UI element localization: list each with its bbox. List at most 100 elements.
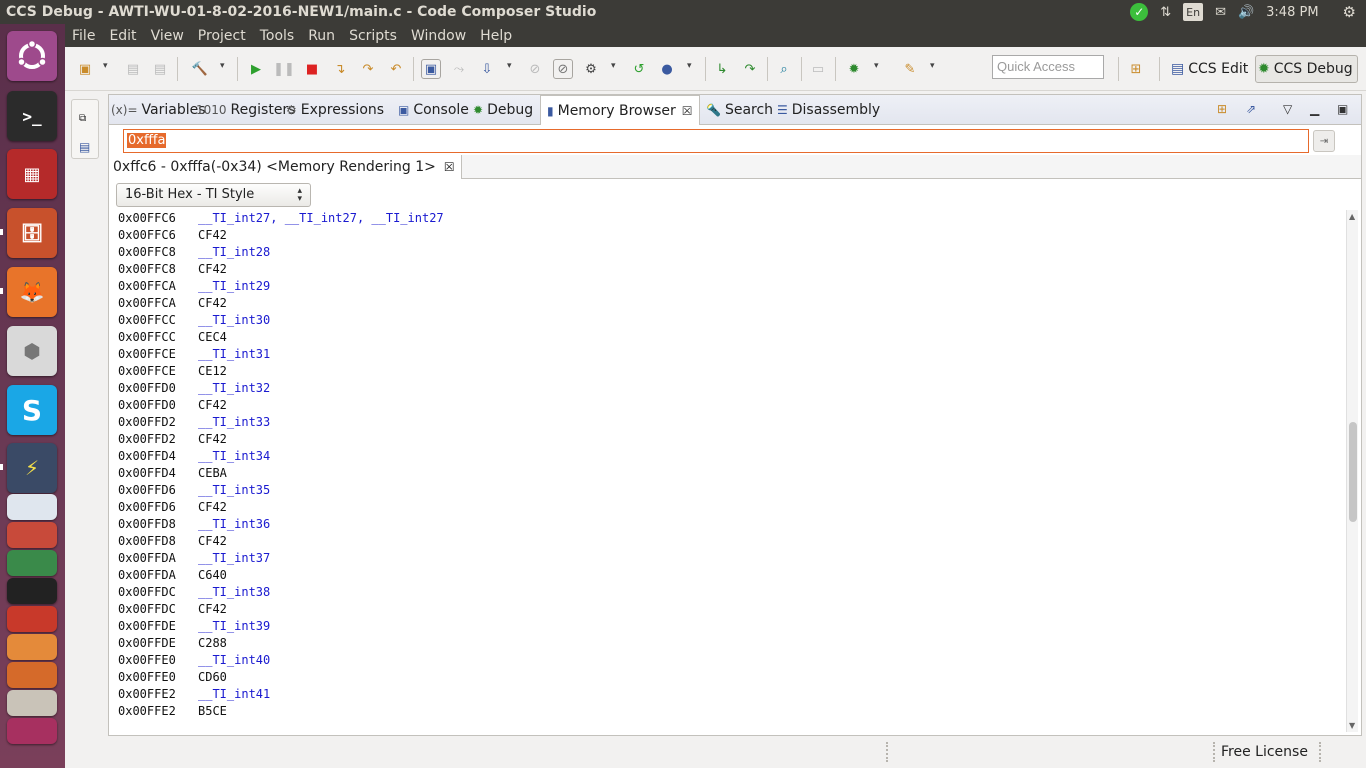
quick-access-input[interactable]: Quick Access bbox=[992, 55, 1104, 79]
app-icon[interactable] bbox=[7, 606, 57, 632]
scroll-thumb[interactable] bbox=[1349, 422, 1357, 522]
memory-row[interactable]: 0x00FFDC __TI_int38 bbox=[118, 584, 1338, 601]
step-into-icon[interactable]: ↴ bbox=[330, 59, 350, 79]
memory-row[interactable]: 0x00FFD8 CF42 bbox=[118, 533, 1338, 550]
memory-row[interactable]: 0x00FFD2 __TI_int33 bbox=[118, 414, 1338, 431]
minimize-icon[interactable]: ▁ bbox=[1310, 102, 1319, 116]
memory-row[interactable]: 0x00FFCC __TI_int30 bbox=[118, 312, 1338, 329]
app-icon[interactable] bbox=[7, 578, 57, 604]
calc-icon[interactable] bbox=[7, 550, 57, 576]
debug-dropdown-icon[interactable]: ▾ bbox=[874, 61, 879, 71]
restart-icon[interactable]: ↺ bbox=[629, 59, 649, 79]
pin-icon[interactable]: ▭ bbox=[808, 59, 828, 79]
memory-row[interactable]: 0x00FFC6 CF42 bbox=[118, 227, 1338, 244]
memory-row[interactable]: 0x00FFE0 __TI_int40 bbox=[118, 652, 1338, 669]
workspace-switcher-icon[interactable]: ▦ bbox=[7, 149, 57, 199]
memory-row[interactable]: 0x00FFD0 __TI_int32 bbox=[118, 380, 1338, 397]
tab-expressions[interactable]: ⚙ Expressions bbox=[286, 95, 384, 125]
debug-icon[interactable]: ✹ bbox=[844, 59, 864, 79]
app-icon[interactable] bbox=[7, 690, 57, 716]
memory-row[interactable]: 0x00FFCA __TI_int29 bbox=[118, 278, 1338, 295]
skype-icon[interactable]: S bbox=[7, 385, 57, 435]
memory-content[interactable]: 0x00FFC6 __TI_int27, __TI_int27, __TI_int… bbox=[118, 210, 1338, 730]
memory-row[interactable]: 0x00FFDE C288 bbox=[118, 635, 1338, 652]
external-tools-icon[interactable]: ✎ bbox=[900, 59, 920, 79]
maximize-icon[interactable]: ▣ bbox=[1337, 102, 1348, 116]
step-over-icon[interactable]: ↷ bbox=[358, 59, 378, 79]
suspend-icon[interactable]: ❚❚ bbox=[273, 59, 295, 79]
close-icon[interactable]: ☒ bbox=[682, 104, 693, 118]
menu-file[interactable]: File bbox=[65, 28, 102, 44]
memory-row[interactable]: 0x00FFD6 __TI_int35 bbox=[118, 482, 1338, 499]
memory-row[interactable]: 0x00FFD4 __TI_int34 bbox=[118, 448, 1338, 465]
connect-target-icon[interactable]: ⚙ bbox=[581, 59, 601, 79]
new-dropdown-icon[interactable]: ▾ bbox=[103, 61, 108, 71]
keyboard-language-indicator[interactable]: En bbox=[1183, 3, 1204, 21]
software-center-icon[interactable] bbox=[7, 634, 57, 660]
memory-row[interactable]: 0x00FFD4 CEBA bbox=[118, 465, 1338, 482]
memory-row[interactable]: 0x00FFD2 CF42 bbox=[118, 431, 1338, 448]
step-return-icon[interactable]: ↶ bbox=[386, 59, 406, 79]
assembly-step-over-icon[interactable]: ⤳ bbox=[449, 59, 469, 79]
save-icon[interactable]: ▤ bbox=[123, 59, 143, 79]
menu-window[interactable]: Window bbox=[404, 28, 473, 44]
volume-icon[interactable]: 🔊 bbox=[1238, 0, 1254, 24]
target-dropdown-icon[interactable]: ▾ bbox=[611, 61, 616, 71]
menu-scripts[interactable]: Scripts bbox=[342, 28, 404, 44]
memory-row[interactable]: 0x00FFDC CF42 bbox=[118, 601, 1338, 618]
document-icon[interactable] bbox=[7, 494, 57, 520]
memory-row[interactable]: 0x00FFD0 CF42 bbox=[118, 397, 1338, 414]
memory-rendering-tab[interactable]: 0xffc6 - 0xfffa(-0x34) <Memory Rendering… bbox=[109, 155, 462, 179]
memory-row[interactable]: 0x00FFCA CF42 bbox=[118, 295, 1338, 312]
tab-search[interactable]: 🔦 Search bbox=[706, 95, 773, 125]
menu-help[interactable]: Help bbox=[473, 28, 519, 44]
memory-row[interactable]: 0x00FFD8 __TI_int36 bbox=[118, 516, 1338, 533]
ccs-icon[interactable]: ⚡ bbox=[7, 443, 57, 493]
memory-row[interactable]: 0x00FFE2 B5CE bbox=[118, 703, 1338, 720]
perspective-ccs-edit[interactable]: ▤ CCS Edit bbox=[1169, 55, 1252, 83]
external-tools-dropdown-icon[interactable]: ▾ bbox=[930, 61, 935, 71]
project-explorer-icon[interactable]: ▤ bbox=[79, 140, 90, 154]
reset-dropdown-icon[interactable]: ▾ bbox=[687, 61, 692, 71]
tab-console[interactable]: ▣ Console bbox=[398, 95, 469, 125]
tab-variables[interactable]: (x)= Variables bbox=[111, 95, 206, 125]
tab-debug[interactable]: ✹ Debug bbox=[473, 95, 533, 125]
format-select[interactable]: 16-Bit Hex - TI Style ▴ ▾ bbox=[116, 183, 311, 207]
save-all-icon[interactable]: ▤ bbox=[150, 59, 170, 79]
go-icon[interactable]: ⇥ bbox=[1313, 130, 1335, 152]
disconnect-icon[interactable]: ⊘ bbox=[525, 59, 545, 79]
menu-run[interactable]: Run bbox=[301, 28, 342, 44]
memory-row[interactable]: 0x00FFC6 __TI_int27, __TI_int27, __TI_int… bbox=[118, 210, 1338, 227]
system-gear-icon[interactable]: ⚙ bbox=[1343, 0, 1356, 24]
mail-icon[interactable]: ✉ bbox=[1215, 0, 1226, 24]
memory-row[interactable]: 0x00FFDE __TI_int39 bbox=[118, 618, 1338, 635]
memory-row[interactable]: 0x00FFE2 __TI_int41 bbox=[118, 686, 1338, 703]
tab-registers[interactable]: 1010 Registers bbox=[196, 95, 295, 125]
scroll-down-icon[interactable]: ▼ bbox=[1349, 721, 1355, 730]
firefox-icon[interactable]: 🦊 bbox=[7, 267, 57, 317]
menu-project[interactable]: Project bbox=[191, 28, 253, 44]
load-program-icon[interactable]: ⇩ bbox=[477, 59, 497, 79]
reset-icon[interactable]: ● bbox=[657, 59, 677, 79]
app-icon[interactable] bbox=[7, 662, 57, 688]
memory-row[interactable]: 0x00FFD6 CF42 bbox=[118, 499, 1338, 516]
load-dropdown-icon[interactable]: ▾ bbox=[507, 61, 512, 71]
memory-row[interactable]: 0x00FFDA C640 bbox=[118, 567, 1338, 584]
memory-row[interactable]: 0x00FFE0 CD60 bbox=[118, 669, 1338, 686]
address-input[interactable]: 0xfffa bbox=[123, 129, 1309, 153]
menu-edit[interactable]: Edit bbox=[102, 28, 143, 44]
memory-row[interactable]: 0x00FFC8 __TI_int28 bbox=[118, 244, 1338, 261]
app-icon[interactable] bbox=[7, 718, 57, 744]
new-memory-monitor-icon[interactable]: ⊞ bbox=[1217, 102, 1227, 116]
network-icon[interactable]: ⇅ bbox=[1160, 0, 1171, 24]
memory-row[interactable]: 0x00FFCE CE12 bbox=[118, 363, 1338, 380]
unity-tweak-icon[interactable]: ⬢ bbox=[7, 326, 57, 376]
assembly-step-icon[interactable]: ▣ bbox=[421, 59, 441, 79]
build-dropdown-icon[interactable]: ▾ bbox=[220, 61, 225, 71]
close-icon[interactable]: ☒ bbox=[444, 160, 455, 174]
step-over-asm-icon[interactable]: ↷ bbox=[740, 59, 760, 79]
link-icon[interactable]: ⇗ bbox=[1246, 102, 1256, 116]
vertical-scrollbar[interactable]: ▲ ▼ bbox=[1346, 210, 1358, 732]
memory-row[interactable]: 0x00FFC8 CF42 bbox=[118, 261, 1338, 278]
menu-tools[interactable]: Tools bbox=[253, 28, 302, 44]
